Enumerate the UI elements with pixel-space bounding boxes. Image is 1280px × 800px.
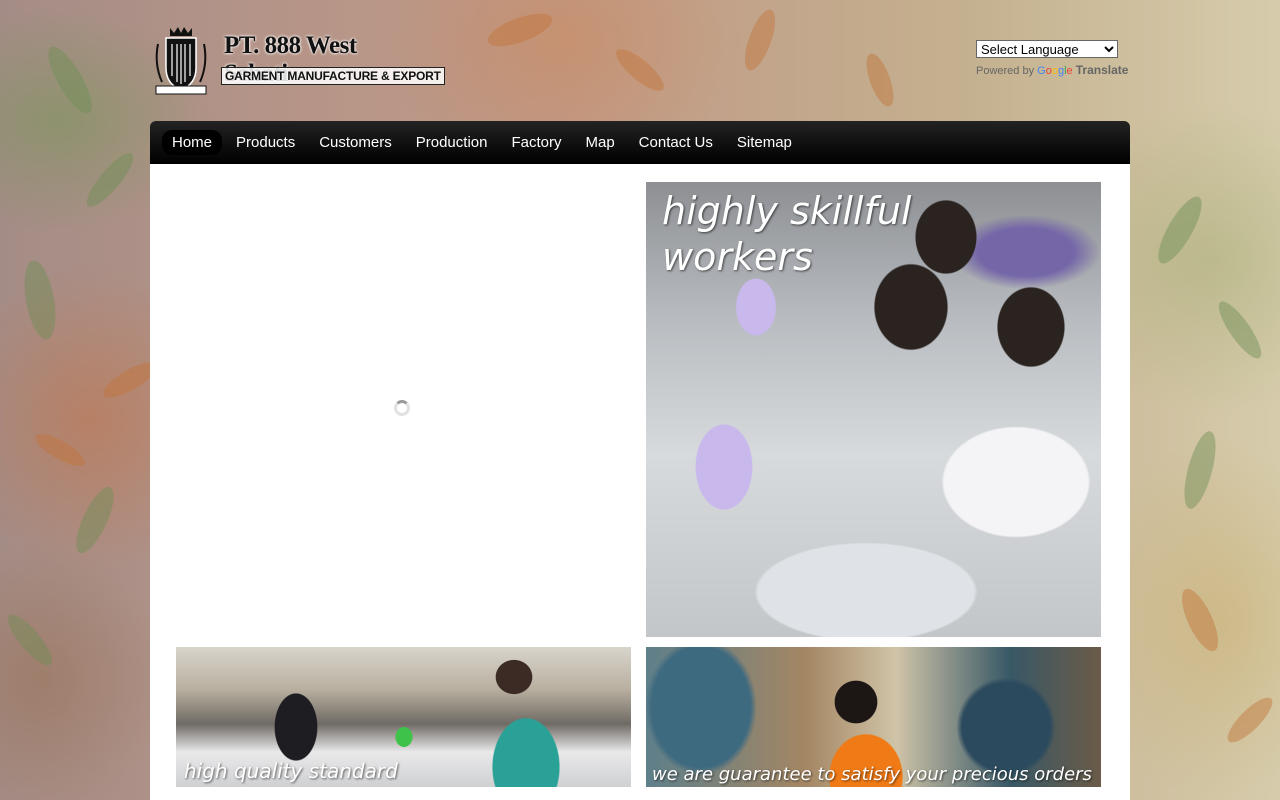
language-select[interactable]: Select Language bbox=[976, 40, 1118, 58]
nav-item-production[interactable]: Production bbox=[406, 130, 498, 155]
crest-icon bbox=[155, 27, 207, 95]
nav-item-products[interactable]: Products bbox=[226, 130, 305, 155]
powered-by-label: Powered by bbox=[976, 65, 1035, 77]
caption-line-2: workers bbox=[662, 235, 813, 279]
google-translate-widget: Select Language Powered by Google Transl… bbox=[976, 40, 1128, 77]
nav-list: Home Products Customers Production Facto… bbox=[150, 121, 1130, 164]
photo-satisfy-orders[interactable]: we are guarantee to satisfy your preciou… bbox=[646, 647, 1101, 787]
caption-line-1: highly skillful bbox=[662, 189, 912, 233]
nav-item-sitemap[interactable]: Sitemap bbox=[727, 130, 802, 155]
photo-caption-orders: we are guarantee to satisfy your preciou… bbox=[652, 764, 1092, 785]
translate-link[interactable]: Translate bbox=[1076, 63, 1129, 77]
site-logo[interactable]: PT. 888 West Sehati GARMENT MANUFACTURE … bbox=[152, 22, 445, 98]
google-logo[interactable]: Google bbox=[1037, 65, 1076, 77]
nav-item-map[interactable]: Map bbox=[575, 130, 624, 155]
photo-caption-main: highly skillful workers bbox=[662, 188, 911, 280]
photo-caption-quality: high quality standard bbox=[184, 759, 398, 783]
photo-quality-standard[interactable]: high quality standard bbox=[176, 647, 631, 787]
nav-item-factory[interactable]: Factory bbox=[501, 130, 571, 155]
nav-item-customers[interactable]: Customers bbox=[309, 130, 402, 155]
powered-by-google: Powered by Google Translate bbox=[976, 63, 1128, 77]
nav-item-contact-us[interactable]: Contact Us bbox=[629, 130, 723, 155]
site-tagline: GARMENT MANUFACTURE & EXPORT bbox=[221, 67, 445, 85]
nav-item-home[interactable]: Home bbox=[162, 130, 223, 155]
photo-skillful-workers[interactable]: highly skillful workers bbox=[646, 182, 1101, 637]
loading-spinner-icon bbox=[394, 400, 410, 416]
main-navigation: Home Products Customers Production Facto… bbox=[150, 121, 1130, 164]
